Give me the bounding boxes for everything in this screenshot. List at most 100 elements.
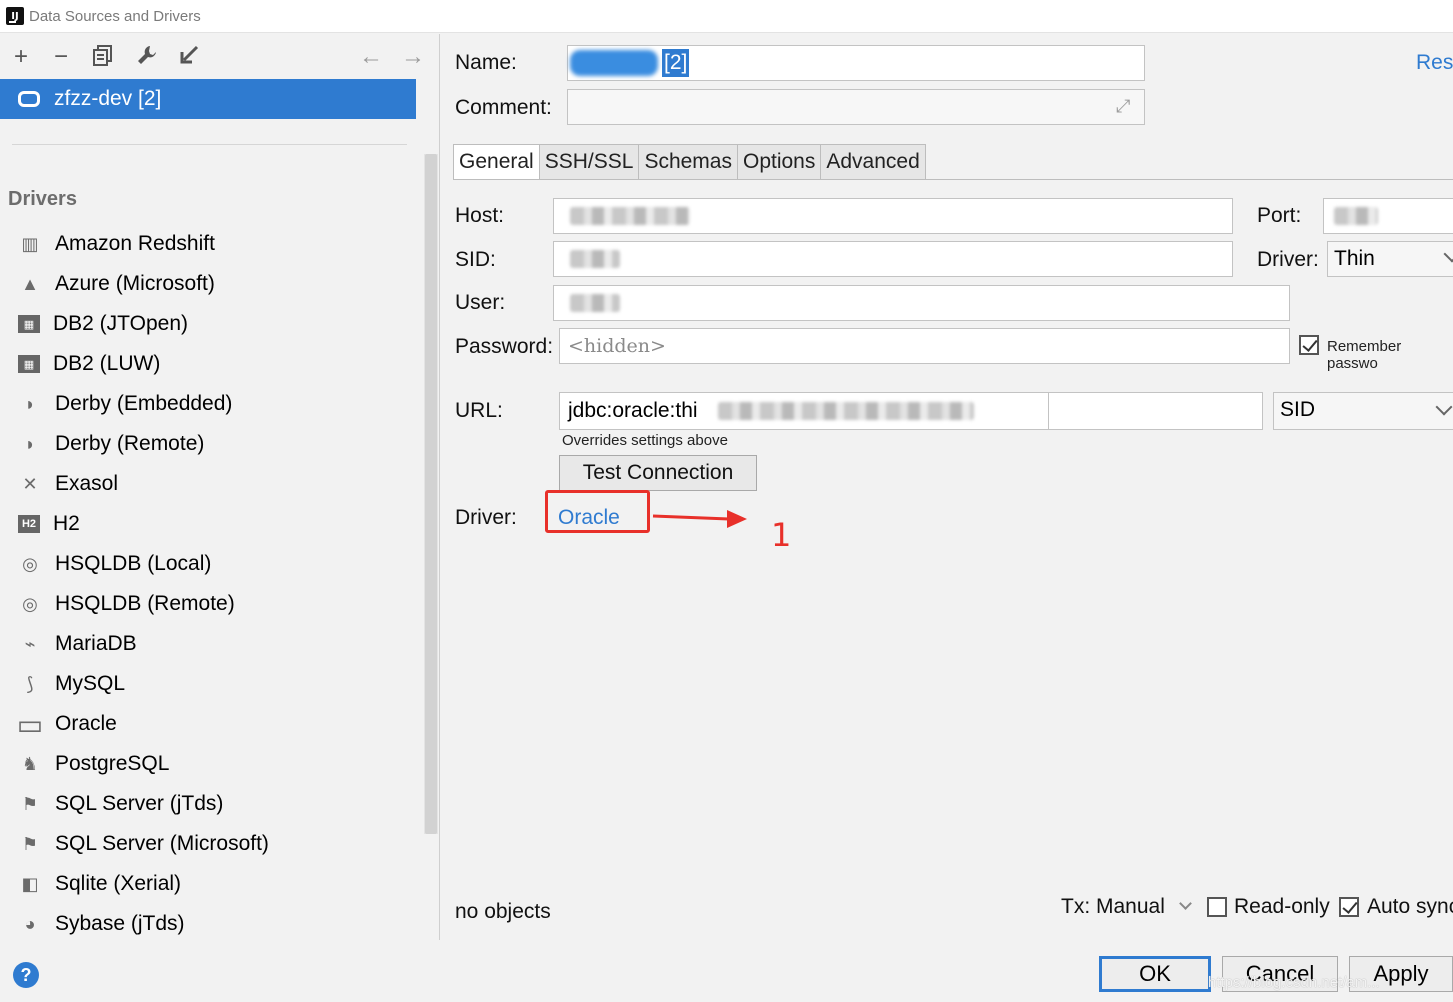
driver-item[interactable]: ◗ Derby (Remote) xyxy=(0,424,420,464)
tab-sshssl[interactable]: SSH/SSL xyxy=(539,144,640,180)
driver-item[interactable]: ▲ Azure (Microsoft) xyxy=(0,264,420,304)
window-title: Data Sources and Drivers xyxy=(29,7,201,25)
host-label: Host: xyxy=(455,204,505,227)
driver-label: Azure (Microsoft) xyxy=(55,272,215,295)
sid-input[interactable] xyxy=(553,241,1233,277)
name-selected-text: [2] xyxy=(662,49,690,77)
readonly-checkbox[interactable] xyxy=(1207,897,1227,917)
driver-item[interactable]: ▦ DB2 (LUW) xyxy=(0,344,420,384)
azure-icon: ▲ xyxy=(21,273,39,294)
add-icon[interactable]: + xyxy=(8,44,34,70)
redacted-sid xyxy=(570,250,620,268)
sybase-icon: ◕ xyxy=(24,913,36,934)
driver-label: DB2 (LUW) xyxy=(53,352,161,375)
sqlserver-icon: ⚑ xyxy=(21,793,39,814)
url-type-select[interactable]: SID xyxy=(1273,392,1453,430)
remove-icon[interactable]: − xyxy=(48,44,74,70)
password-input[interactable]: <hidden> xyxy=(559,328,1290,364)
forward-arrow-icon[interactable]: → xyxy=(400,44,426,70)
driver-item[interactable]: ▥ Amazon Redshift xyxy=(0,224,420,264)
remember-password-checkbox[interactable] xyxy=(1299,335,1319,355)
port-label: Port: xyxy=(1257,204,1302,227)
driver-item[interactable]: ⚑ SQL Server (jTds) xyxy=(0,784,420,824)
driver-label: MariaDB xyxy=(55,632,137,655)
window-titlebar: IJ Data Sources and Drivers xyxy=(0,0,1453,33)
expand-icon[interactable]: ⤢ xyxy=(1116,96,1130,117)
datasource-label: zfzz-dev [2] xyxy=(54,87,162,110)
driver-item[interactable]: ⚑ SQL Server (Microsoft) xyxy=(0,824,420,864)
import-icon[interactable] xyxy=(176,44,202,70)
driver-label: Driver: xyxy=(455,506,517,529)
datasources-sidebar: + − ← → zfzz-dev [2] Drivers ▥ Amazon Red… xyxy=(0,34,440,940)
hsqldb-icon: ◎ xyxy=(22,553,38,574)
driver-item[interactable]: ⟆ MySQL xyxy=(0,664,420,704)
url-label: URL: xyxy=(455,399,503,422)
driver-item[interactable]: ♞ PostgreSQL xyxy=(0,744,420,784)
test-connection-button[interactable]: Test Connection xyxy=(559,455,757,491)
redacted-url xyxy=(718,402,974,420)
postgresql-icon: ♞ xyxy=(21,753,39,774)
tab-bar: General SSH/SSL Schemas Options Advanced xyxy=(453,144,926,180)
driver-type-select[interactable]: Thin xyxy=(1327,241,1453,277)
oracle-icon xyxy=(18,91,40,107)
annotation-highlight-box xyxy=(545,490,650,533)
h2-icon: H2 xyxy=(18,515,40,533)
back-arrow-icon[interactable]: ← xyxy=(358,44,384,70)
dialog-footer: ? OK Cancel Apply https://blog.csdn.net/… xyxy=(0,940,1453,1002)
driver-label: MySQL xyxy=(55,672,126,695)
driver-item[interactable]: ◎ HSQLDB (Local) xyxy=(0,544,420,584)
driver-item[interactable]: ⌁ MariaDB xyxy=(0,624,420,664)
wrench-icon[interactable] xyxy=(134,44,160,70)
driver-label: HSQLDB (Remote) xyxy=(55,592,235,615)
driver-item[interactable]: ◕ Sybase (jTds) xyxy=(0,904,420,944)
password-label: Password: xyxy=(455,335,554,358)
driver-item[interactable]: ◎ HSQLDB (Remote) xyxy=(0,584,420,624)
url-divider xyxy=(1048,393,1049,429)
datasource-item-selected[interactable]: zfzz-dev [2] xyxy=(0,79,416,119)
chevron-down-icon xyxy=(1443,245,1453,263)
driver-item[interactable]: ◧ Sqlite (Xerial) xyxy=(0,864,420,904)
user-input[interactable] xyxy=(553,285,1290,321)
host-input[interactable] xyxy=(553,198,1233,234)
name-label: Name: xyxy=(455,51,517,74)
tab-schemas[interactable]: Schemas xyxy=(639,144,738,180)
reset-link[interactable]: Rese xyxy=(1416,51,1453,75)
derby-icon: ◗ xyxy=(24,393,36,414)
duplicate-icon[interactable] xyxy=(90,44,116,70)
sidebar-toolbar: + − ← → xyxy=(0,34,440,78)
overrides-note: Overrides settings above xyxy=(562,432,728,449)
hsqldb-icon: ◎ xyxy=(22,593,38,614)
tab-advanced[interactable]: Advanced xyxy=(821,144,926,180)
comment-input[interactable]: ⤢ xyxy=(567,89,1145,125)
driver-label: HSQLDB (Local) xyxy=(55,552,212,575)
autosync-checkbox[interactable] xyxy=(1339,897,1359,917)
help-icon[interactable]: ? xyxy=(13,962,39,988)
remember-password-label: Remember passwo xyxy=(1327,338,1402,372)
port-input[interactable] xyxy=(1323,198,1453,234)
tab-general[interactable]: General xyxy=(453,144,540,180)
url-type-value: SID xyxy=(1280,398,1316,421)
annotation-arrow xyxy=(652,510,747,528)
oracle-icon: ▭ xyxy=(16,708,44,740)
driver-label: Oracle xyxy=(55,712,117,735)
derby-icon: ◗ xyxy=(24,433,36,454)
driver-item[interactable]: ▭ Oracle xyxy=(0,704,420,744)
comment-label: Comment: xyxy=(455,96,552,119)
driver-type-value: Thin xyxy=(1334,247,1375,270)
name-input[interactable]: [2] xyxy=(567,45,1145,81)
driver-label: Exasol xyxy=(55,472,119,495)
scrollbar-thumb[interactable] xyxy=(425,154,437,834)
db2-icon: ▦ xyxy=(18,315,40,333)
sqlite-icon: ◧ xyxy=(21,873,39,894)
driver-item[interactable]: H2 H2 xyxy=(0,504,420,544)
driver-item[interactable]: ◗ Derby (Embedded) xyxy=(0,384,420,424)
tab-options[interactable]: Options xyxy=(737,144,822,180)
chevron-down-icon xyxy=(1435,398,1453,416)
ok-button[interactable]: OK xyxy=(1099,956,1211,992)
db2-icon: ▦ xyxy=(18,355,40,373)
driver-item[interactable]: ✕ Exasol xyxy=(0,464,420,504)
url-input[interactable]: jdbc:oracle:thi xyxy=(559,392,1263,430)
redacted-name xyxy=(570,50,658,76)
tx-mode-dropdown[interactable]: Tx: Manual xyxy=(1061,895,1192,919)
driver-item[interactable]: ▦ DB2 (JTOpen) xyxy=(0,304,420,344)
